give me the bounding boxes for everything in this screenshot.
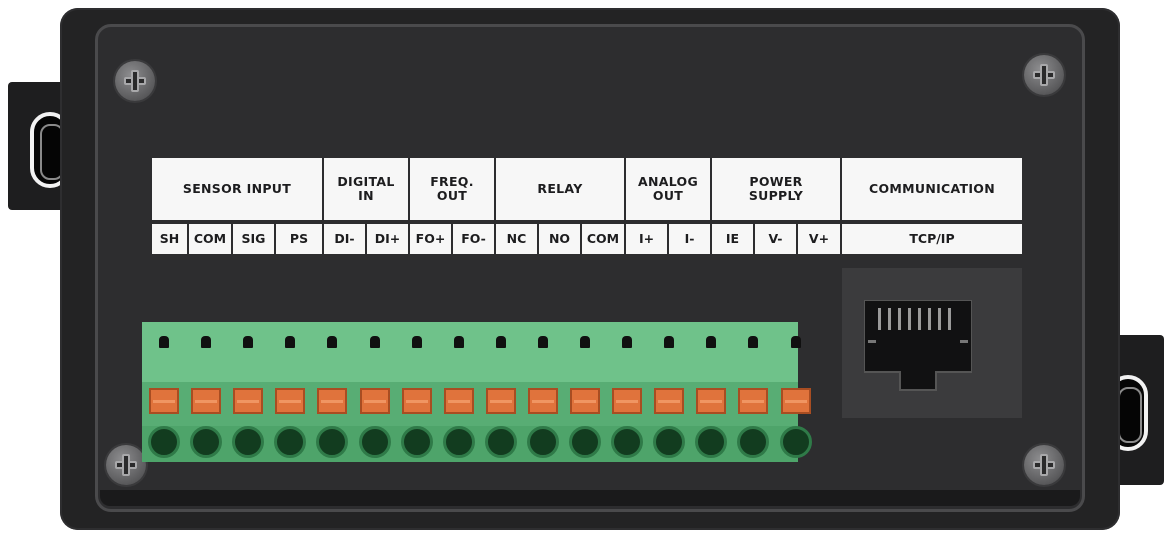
pin-label-ps: PS [276,224,324,254]
pin-label-i-minus: I- [669,224,712,254]
pin-label-no: NO [539,224,582,254]
terminal-pin-hole [159,336,169,348]
ethernet-port-icon[interactable] [864,300,972,392]
terminal-pin-hole [580,336,590,348]
terminal-pin-hole [664,336,675,348]
terminal-pin-hole [622,336,633,348]
terminal-release-button[interactable] [738,388,769,414]
terminal-wire-entry[interactable] [611,426,644,458]
pin-label-nc: NC [496,224,539,254]
terminal-wire-entry[interactable] [569,426,601,458]
terminal-wire-entry[interactable] [526,426,559,458]
group-label-relay: RELAY [496,158,626,220]
terminal-release-button[interactable] [233,388,264,414]
terminal-pin-hole [495,336,506,348]
terminal-wire-entry[interactable] [779,426,812,458]
terminal-pin-hole [327,336,338,348]
group-label-communication: COMMUNICATION [842,158,1022,220]
screw-icon [115,61,155,101]
terminal-pin-hole [369,336,380,348]
terminal-wire-entry[interactable] [484,426,517,458]
group-label-freq-out: FREQ. OUT [410,158,496,220]
screw-icon [106,445,146,485]
pin-label-di-minus: DI- [324,224,367,254]
screw-icon [1024,55,1064,95]
terminal-pin-hole [453,336,464,348]
terminal-release-button[interactable] [359,388,390,414]
terminal-release-button[interactable] [527,388,558,414]
terminal-release-button[interactable] [443,388,474,414]
terminal-release-button[interactable] [612,388,643,414]
terminal-wire-entry[interactable] [653,426,686,458]
group-label-power-supply: POWER SUPPLY [712,158,842,220]
pin-label-v-minus: V- [755,224,798,254]
terminal-release-button[interactable] [696,388,727,414]
pin-label-v-plus: V+ [798,224,842,254]
pin-label-i-plus: I+ [626,224,669,254]
terminal-wire-entry[interactable] [358,426,391,458]
pin-label-sh: SH [152,224,189,254]
terminal-release-button[interactable] [654,388,685,414]
pin-label-sig: SIG [233,224,276,254]
pin-label-com: COM [189,224,233,254]
terminal-pin-hole [285,336,296,348]
terminal-pin-hole [748,336,759,348]
pin-label-di-plus: DI+ [367,224,410,254]
terminal-pin-hole [201,336,212,348]
terminal-pin-hole [706,336,717,348]
terminal-wire-entry[interactable] [400,426,433,458]
pin-label-fo-minus: FO- [453,224,496,254]
pin-label-tcp-ip: TCP/IP [842,224,1022,254]
terminal-pin-hole [790,336,801,348]
pin-label-relay-com: COM [582,224,626,254]
group-label-row: SENSOR INPUT DIGITAL IN FREQ. OUT RELAY … [152,158,1022,220]
terminal-pin-hole [243,336,254,348]
terminal-release-button[interactable] [485,388,516,414]
terminal-wire-entry[interactable] [232,426,265,458]
group-label-sensor-input: SENSOR INPUT [152,158,324,220]
pin-label-row: SH COM SIG PS DI- DI+ FO+ FO- NC NO COM … [152,224,1022,254]
terminal-pin-hole [537,336,548,348]
terminal-wire-entry[interactable] [190,426,223,458]
screw-icon [1024,445,1064,485]
terminal-pin-hole [411,336,422,348]
terminal-block-top [142,322,798,385]
terminal-release-button[interactable] [780,388,811,414]
group-label-digital-in: DIGITAL IN [324,158,410,220]
terminal-wire-entry[interactable] [148,426,180,458]
terminal-block [142,322,812,462]
terminal-release-button[interactable] [149,388,179,414]
group-label-analog-out: ANALOG OUT [626,158,712,220]
terminal-release-button[interactable] [191,388,222,414]
terminal-release-button[interactable] [570,388,600,414]
pin-label-ie: IE [712,224,755,254]
terminal-wire-entry[interactable] [442,426,475,458]
pin-label-fo-plus: FO+ [410,224,453,254]
terminal-release-button[interactable] [317,388,348,414]
housing-bottom-lip [100,490,1080,506]
terminal-release-button[interactable] [401,388,432,414]
terminal-release-button[interactable] [275,388,306,414]
